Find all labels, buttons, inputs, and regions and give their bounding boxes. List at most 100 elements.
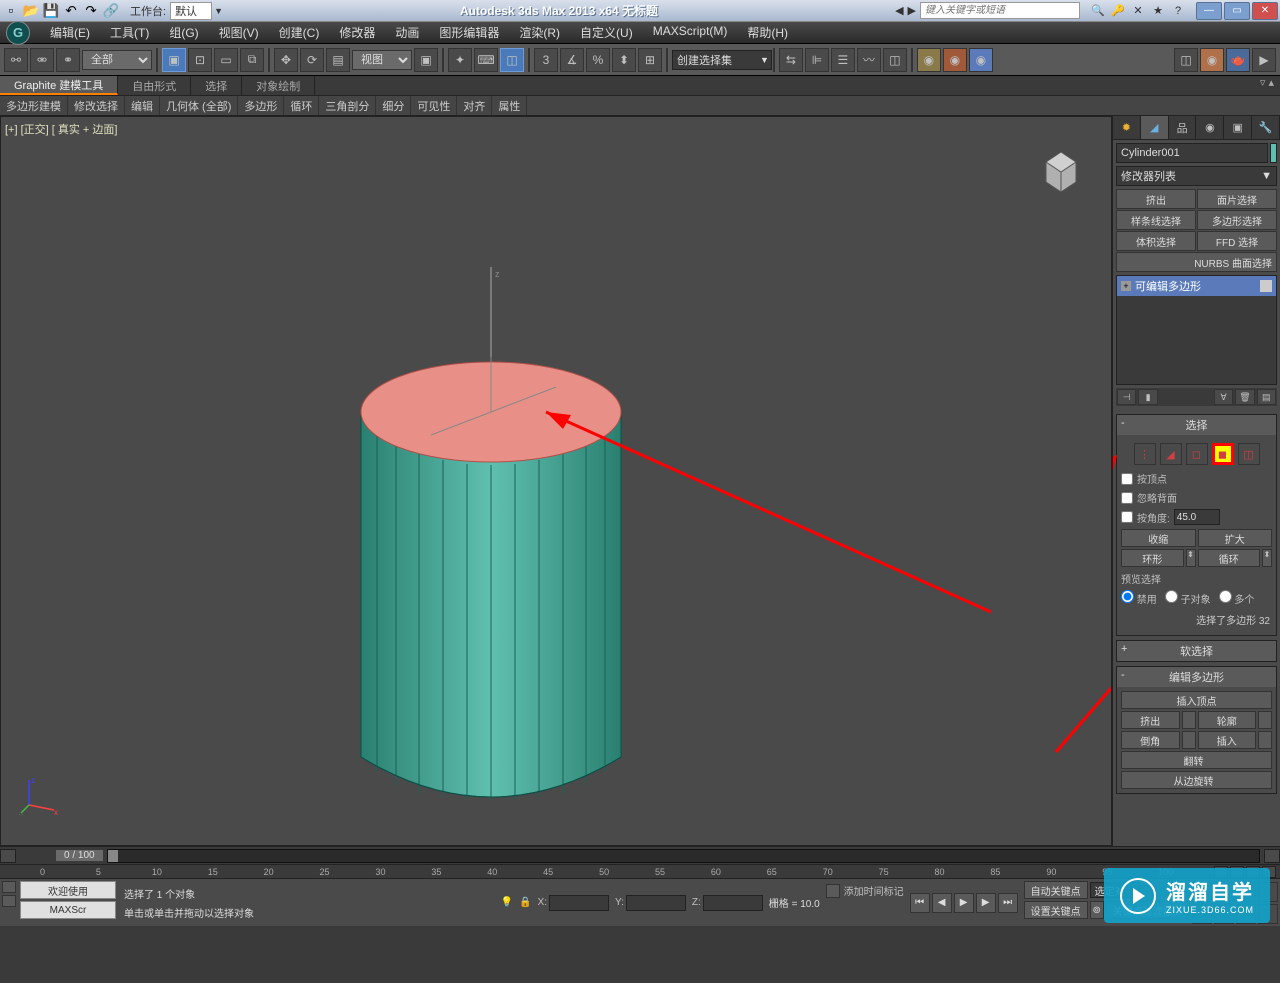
prev-frame-icon[interactable]: ◀: [932, 893, 952, 913]
display-tab-icon[interactable]: ▣: [1224, 116, 1252, 139]
help-icon[interactable]: ?: [1170, 3, 1186, 19]
welcome-button[interactable]: 欢迎使用: [20, 881, 116, 899]
motion-tab-icon[interactable]: ◉: [1196, 116, 1224, 139]
coord-y-input[interactable]: [626, 895, 686, 911]
menu-item[interactable]: 工具(T): [100, 24, 159, 41]
inset-settings-icon[interactable]: [1258, 731, 1272, 749]
expand-icon[interactable]: +: [1121, 281, 1131, 291]
maximize-button[interactable]: ▭: [1224, 2, 1250, 20]
modifier-list-combo[interactable]: 修改器列表▼: [1116, 166, 1277, 186]
extrude-button[interactable]: 挤出: [1121, 711, 1180, 729]
sub-ribbon-item[interactable]: 几何体 (全部): [160, 96, 238, 115]
vertex-subobj-icon[interactable]: ⋮: [1134, 443, 1156, 465]
show-end-result-icon[interactable]: ▮: [1138, 389, 1157, 405]
border-subobj-icon[interactable]: ◻: [1186, 443, 1208, 465]
material-editor-icon[interactable]: ◉: [917, 48, 941, 72]
bevel-button[interactable]: 倒角: [1121, 731, 1180, 749]
element-subobj-icon[interactable]: ◫: [1238, 443, 1260, 465]
rotate-icon[interactable]: ⟳: [300, 48, 324, 72]
qat-new-icon[interactable]: ▫: [2, 2, 20, 20]
shrink-button[interactable]: 收缩: [1121, 529, 1196, 547]
inset-button[interactable]: 插入: [1198, 731, 1257, 749]
ribbon-tab[interactable]: 选择: [191, 76, 242, 95]
extrude-settings-icon[interactable]: [1182, 711, 1196, 729]
link-icon[interactable]: ⚯: [4, 48, 28, 72]
star-icon[interactable]: ★: [1150, 3, 1166, 19]
modifier-stack[interactable]: + 可编辑多边形: [1116, 275, 1277, 385]
insert-vertex-button[interactable]: 插入顶点: [1121, 691, 1272, 709]
schematic-icon[interactable]: ◫: [883, 48, 907, 72]
utilities-tab-icon[interactable]: 🔧: [1252, 116, 1280, 139]
menu-item[interactable]: 视图(V): [209, 24, 269, 41]
sub-ribbon-item[interactable]: 可见性: [411, 96, 457, 115]
time-thumb[interactable]: [108, 850, 118, 862]
mod-ffd-sel[interactable]: FFD 选择: [1197, 231, 1277, 251]
show-end-result-icon[interactable]: [1260, 280, 1272, 292]
configure-sets-icon[interactable]: ▤: [1257, 389, 1276, 405]
goto-start-icon[interactable]: ⏮: [910, 893, 930, 913]
bulb-icon[interactable]: 💡: [501, 897, 513, 908]
maxscript-button[interactable]: MAXScr: [20, 901, 116, 919]
mod-poly-sel[interactable]: 多边形选择: [1197, 210, 1277, 230]
menu-item[interactable]: 自定义(U): [570, 24, 643, 41]
frame-indicator[interactable]: 0 / 100: [56, 850, 103, 861]
render-setup-icon[interactable]: ◉: [943, 48, 967, 72]
render-production-icon[interactable]: ◉: [1200, 48, 1224, 72]
set-key-button[interactable]: 设置关键点: [1024, 901, 1088, 919]
time-track[interactable]: [107, 849, 1260, 863]
sub-ribbon-item[interactable]: 多边形: [238, 96, 284, 115]
loop-spinner-icon[interactable]: ⬍: [1262, 549, 1272, 567]
exchange-icon[interactable]: ✕: [1130, 3, 1146, 19]
qat-redo-icon[interactable]: ↷: [82, 2, 100, 20]
outline-settings-icon[interactable]: [1258, 711, 1272, 729]
angle-snap-icon[interactable]: ∡: [560, 48, 584, 72]
key-icon-btn[interactable]: ⊚: [1090, 901, 1104, 919]
qat-save-icon[interactable]: 💾: [42, 2, 60, 20]
mod-extrude[interactable]: 挤出: [1116, 189, 1196, 209]
angle-spinner[interactable]: [1174, 509, 1220, 525]
menu-item[interactable]: 帮助(H): [737, 24, 798, 41]
edge-subobj-icon[interactable]: ◢: [1160, 443, 1182, 465]
help-search-input[interactable]: [920, 2, 1080, 19]
flip-button[interactable]: 翻转: [1121, 751, 1272, 769]
goto-end-icon[interactable]: ⏭: [998, 893, 1018, 913]
minimize-button[interactable]: —: [1196, 2, 1222, 20]
qat-open-icon[interactable]: 📂: [22, 2, 40, 20]
unlink-icon[interactable]: ⚮: [30, 48, 54, 72]
align-icon[interactable]: ⊫: [805, 48, 829, 72]
close-button[interactable]: ✕: [1252, 2, 1278, 20]
edged-faces-icon[interactable]: ⊞: [638, 48, 662, 72]
move-icon[interactable]: ✥: [274, 48, 298, 72]
by-angle-checkbox[interactable]: [1121, 511, 1133, 523]
render-frame-icon[interactable]: ◉: [969, 48, 993, 72]
preview-multi-radio[interactable]: [1219, 590, 1232, 603]
create-tab-icon[interactable]: ✹: [1113, 116, 1141, 139]
sub-ribbon-item[interactable]: 修改选择: [68, 96, 125, 115]
percent-snap-icon[interactable]: %: [586, 48, 610, 72]
key-icon[interactable]: 🔑: [1110, 3, 1126, 19]
teapot-render-icon[interactable]: 🫖: [1226, 48, 1250, 72]
viewport-label[interactable]: [+] [正交] [ 真实 + 边面]: [5, 121, 117, 137]
sub-ribbon-item[interactable]: 循环: [284, 96, 319, 115]
binoculars-icon[interactable]: 🔍: [1090, 3, 1106, 19]
ribbon-chevron-icon[interactable]: ▿ ▴: [1254, 76, 1280, 95]
curve-editor-icon[interactable]: 〰: [857, 48, 881, 72]
hinge-button[interactable]: 从边旋转: [1121, 771, 1272, 789]
snap-toggle-icon[interactable]: ◫: [500, 48, 524, 72]
time-tag-icon[interactable]: [826, 884, 840, 898]
mod-vol-sel[interactable]: 体积选择: [1116, 231, 1196, 251]
menu-item[interactable]: 修改器: [329, 24, 385, 41]
sub-ribbon-item[interactable]: 属性: [492, 96, 527, 115]
outline-button[interactable]: 轮廓: [1198, 711, 1257, 729]
remove-mod-icon[interactable]: 🗑: [1235, 389, 1254, 405]
ignore-backfacing-checkbox[interactable]: [1121, 492, 1133, 504]
make-unique-icon[interactable]: ∀: [1214, 389, 1233, 405]
mod-spline-sel[interactable]: 样条线选择: [1116, 210, 1196, 230]
bind-icon[interactable]: ⚭: [56, 48, 80, 72]
render-last-icon[interactable]: ▶: [1252, 48, 1276, 72]
chevron-down-icon[interactable]: ▼: [760, 55, 769, 65]
select-manipulate-icon[interactable]: ✦: [448, 48, 472, 72]
timeline-left-icon[interactable]: [0, 849, 16, 863]
workspace-dropdown[interactable]: 默认: [170, 2, 212, 20]
add-time-tag[interactable]: 添加时间标记: [844, 883, 904, 898]
